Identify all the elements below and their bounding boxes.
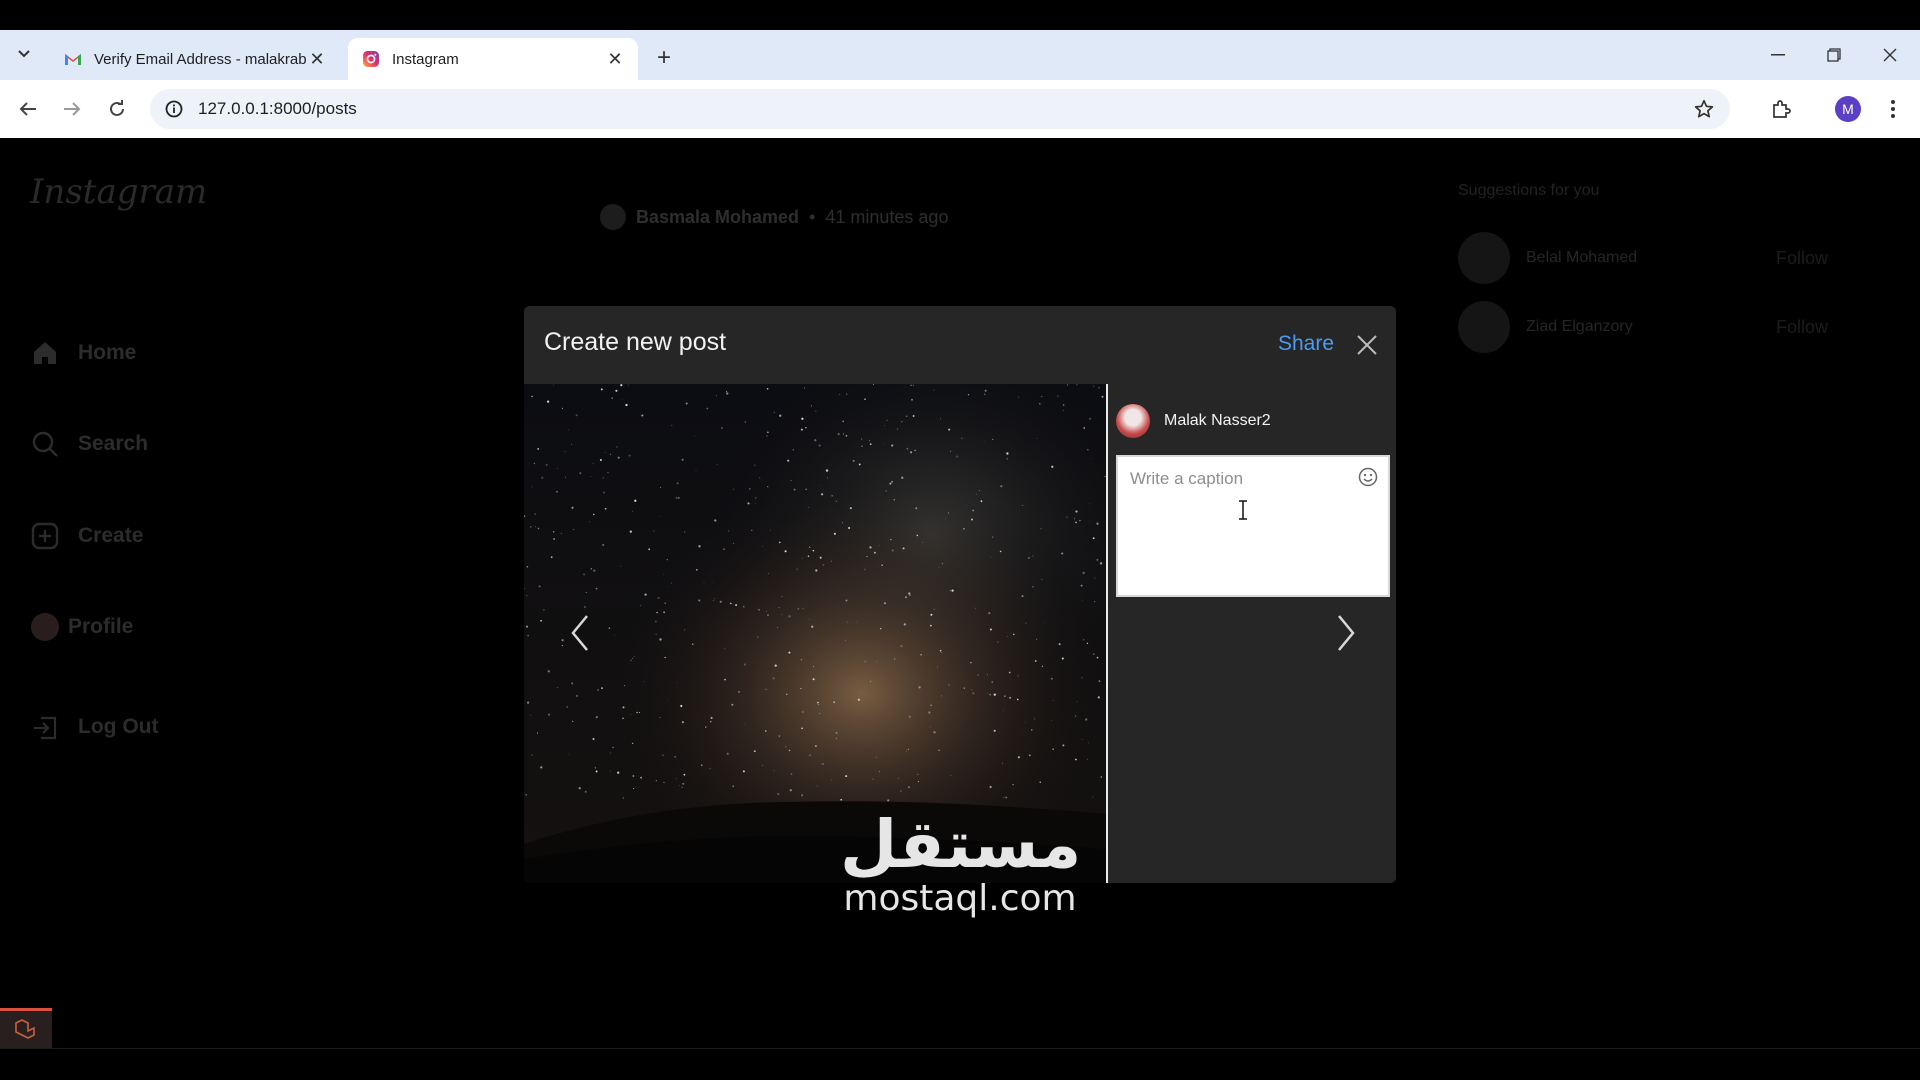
puzzle-icon xyxy=(1773,100,1791,118)
window-close-button[interactable] xyxy=(1862,30,1918,80)
more-vertical-icon xyxy=(1891,100,1895,118)
follow-button[interactable]: Follow xyxy=(1776,317,1828,338)
close-icon xyxy=(1883,48,1897,62)
avatar xyxy=(30,612,60,642)
follow-button[interactable]: Follow xyxy=(1776,248,1828,269)
caption-input[interactable] xyxy=(1118,457,1388,595)
sidebar-item-search[interactable]: Search xyxy=(30,429,148,459)
post-time: 41 minutes ago xyxy=(825,206,949,227)
logout-icon xyxy=(30,712,60,742)
tab-search-button[interactable] xyxy=(10,40,38,68)
avatar[interactable] xyxy=(1458,232,1510,284)
url-text[interactable]: 127.0.0.1:8000/posts xyxy=(198,99,1684,119)
post-author-row: Malak Nasser2 xyxy=(1116,404,1271,438)
sidebar-item-label: Log Out xyxy=(78,715,159,738)
profile-avatar[interactable]: M xyxy=(1835,96,1861,122)
forward-button[interactable] xyxy=(56,93,88,125)
previous-image-button[interactable] xyxy=(560,609,600,657)
back-button[interactable] xyxy=(12,93,44,125)
sidebar-item-create[interactable]: Create xyxy=(30,521,143,551)
modal-title: Create new post xyxy=(544,328,727,356)
sidebar-item-home[interactable]: Home xyxy=(30,338,136,368)
extensions-button[interactable] xyxy=(1765,93,1797,125)
browser-menu-button[interactable] xyxy=(1877,93,1909,125)
home-icon xyxy=(30,338,60,368)
minimize-icon xyxy=(1771,54,1785,56)
new-tab-button[interactable]: + xyxy=(650,44,678,72)
caption-panel: Malak Nasser2 xyxy=(1108,384,1396,883)
minimize-button[interactable] xyxy=(1750,30,1806,80)
sidebar-item-profile[interactable]: Profile xyxy=(30,612,133,642)
browser-toolbar: 127.0.0.1:8000/posts M xyxy=(0,80,1920,138)
close-icon[interactable]: ✕ xyxy=(606,49,624,69)
avatar xyxy=(1116,404,1150,438)
gmail-icon xyxy=(64,50,82,68)
debug-toolbar-icon[interactable] xyxy=(0,1008,52,1048)
close-icon[interactable] xyxy=(1352,330,1382,360)
sidebar-item-label: Profile xyxy=(68,615,134,638)
browser-tab-gmail[interactable]: Verify Email Address - malakrab ✕ xyxy=(50,38,340,80)
share-button[interactable]: Share xyxy=(1278,332,1334,356)
arrow-left-icon xyxy=(19,102,36,116)
site-info-icon[interactable] xyxy=(154,89,194,129)
avatar[interactable] xyxy=(600,204,626,230)
screen-top-bar xyxy=(0,0,1920,30)
next-image-button[interactable] xyxy=(1326,609,1366,657)
sidebar-item-logout[interactable]: Log Out xyxy=(30,712,158,742)
post-author[interactable]: Basmala Mohamed xyxy=(636,207,799,228)
suggestion-name[interactable]: Belal Mohamed xyxy=(1526,249,1776,267)
chevron-down-icon xyxy=(18,50,30,58)
watermark-arabic: مستقل xyxy=(840,806,1082,883)
browser-tabstrip: Verify Email Address - malakrab ✕ Instag… xyxy=(0,30,1920,80)
suggestions-title: Suggestions for you xyxy=(1458,182,1600,199)
search-icon xyxy=(30,429,60,459)
sidebar-item-label: Home xyxy=(78,341,137,364)
text-cursor-icon xyxy=(1239,500,1247,520)
emoji-icon[interactable] xyxy=(1356,465,1380,489)
restore-button[interactable] xyxy=(1806,30,1862,80)
suggestion-name[interactable]: Ziad Elganzory xyxy=(1526,318,1776,336)
sidebar-item-label: Search xyxy=(78,432,149,455)
create-icon xyxy=(30,521,60,551)
reload-button[interactable] xyxy=(101,93,133,125)
bookmark-star-icon[interactable] xyxy=(1684,89,1724,129)
reload-icon xyxy=(110,100,124,116)
tab-title: Verify Email Address - malakrab xyxy=(94,50,307,68)
close-icon[interactable]: ✕ xyxy=(308,49,326,69)
suggestion-item: Ziad Elganzory Follow xyxy=(1458,301,1828,353)
address-bar[interactable]: 127.0.0.1:8000/posts xyxy=(150,89,1730,129)
tab-title: Instagram xyxy=(392,50,459,68)
chevron-left-icon xyxy=(571,615,588,651)
watermark-latin: mostaql.com xyxy=(843,878,1077,919)
caption-box xyxy=(1116,455,1390,597)
page-bottom-line xyxy=(0,1048,1920,1049)
instagram-logo[interactable]: Instagram xyxy=(30,172,207,212)
suggestion-item: Belal Mohamed Follow xyxy=(1458,232,1828,284)
arrow-right-icon xyxy=(64,102,81,116)
instagram-icon xyxy=(362,50,380,68)
laravel-icon xyxy=(15,1018,35,1039)
feed-post-header: Basmala Mohamed • 41 minutes ago xyxy=(600,204,948,230)
chevron-right-icon xyxy=(1338,615,1355,651)
avatar[interactable] xyxy=(1458,301,1510,353)
create-post-modal: Create new post Share Malak Nasser2 Writ… xyxy=(524,306,1396,883)
watermark: مستقل mostaql.com xyxy=(840,806,1082,919)
restore-icon xyxy=(1827,48,1841,62)
browser-tab-instagram[interactable]: Instagram ✕ xyxy=(348,38,638,80)
sidebar-item-label: Create xyxy=(78,524,144,547)
modal-header: Create new post Share xyxy=(524,306,1396,384)
author-name: Malak Nasser2 xyxy=(1164,412,1271,429)
